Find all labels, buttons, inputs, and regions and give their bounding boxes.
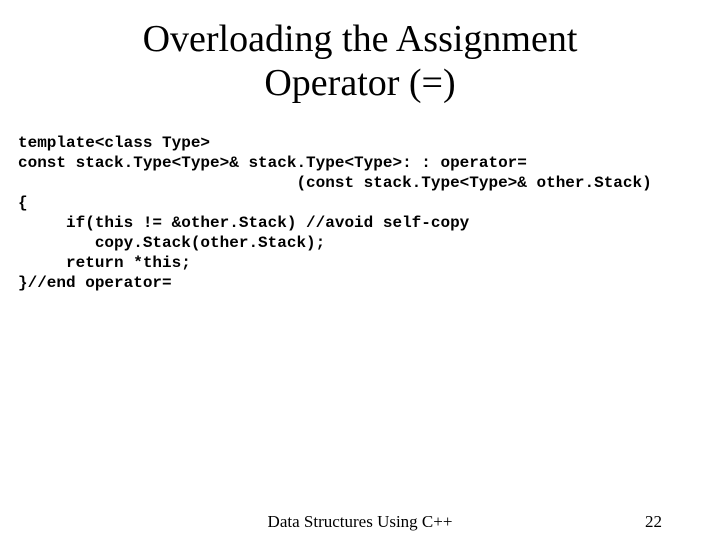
code-line: (const stack.Type<Type>& other.Stack) xyxy=(18,174,652,192)
code-block: template<class Type> const stack.Type<Ty… xyxy=(0,105,720,293)
code-line: const stack.Type<Type>& stack.Type<Type>… xyxy=(18,154,527,172)
footer-text: Data Structures Using C++ xyxy=(0,512,720,532)
code-line: copy.Stack(other.Stack); xyxy=(18,234,325,252)
title-line-2: Operator (=) xyxy=(264,62,455,104)
page-number: 22 xyxy=(645,512,662,532)
title-line-1: Overloading the Assignment xyxy=(143,18,578,60)
code-line: { xyxy=(18,194,28,212)
code-line: return *this; xyxy=(18,254,191,272)
slide-title: Overloading the Assignment Operator (=) xyxy=(0,0,720,105)
code-line: template<class Type> xyxy=(18,134,210,152)
slide: Overloading the Assignment Operator (=) … xyxy=(0,0,720,540)
code-line: if(this != &other.Stack) //avoid self-co… xyxy=(18,214,469,232)
code-line: }//end operator= xyxy=(18,274,172,292)
